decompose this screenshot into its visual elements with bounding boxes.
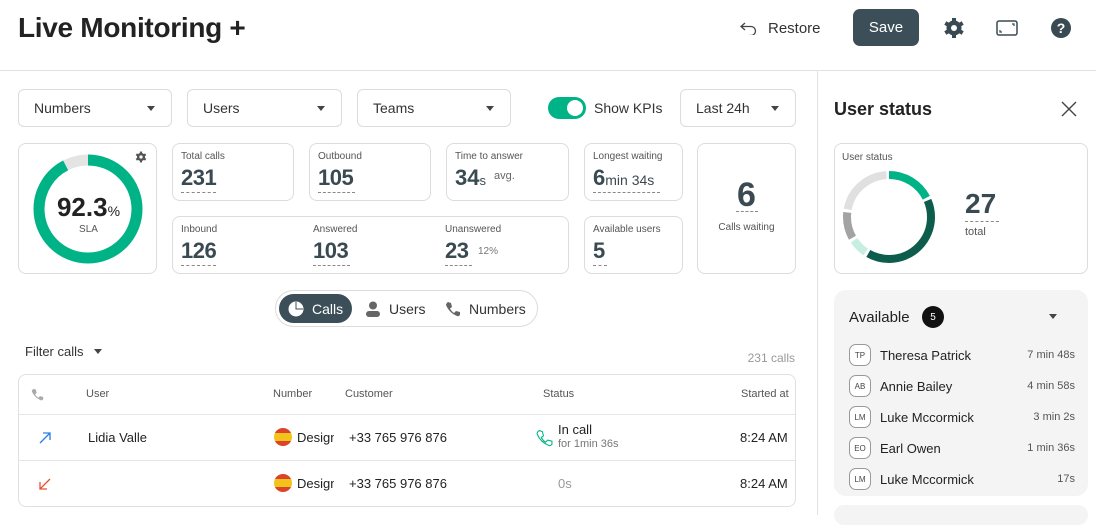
panel-title: User status [834,99,933,119]
period-dropdown[interactable]: Last 24h [680,89,796,127]
table-row[interactable]: Lidia Valle Design +33 765 976 876 In ca… [19,414,795,460]
calls-table: User Number Customer Status Started at L… [18,374,796,507]
status-duration: 17s [1057,473,1075,485]
column-header-customer[interactable]: Customer [345,388,393,400]
phone-icon [446,301,460,316]
show-kpis-label: Show KPIs [594,100,663,116]
column-header-user[interactable]: User [86,388,109,400]
kpi-total-calls: Total calls 231 [172,143,294,201]
collapse-caret-icon[interactable] [1049,314,1057,319]
spain-flag-icon [274,474,292,492]
column-header-started-at[interactable]: Started at [741,388,789,400]
user-list-item[interactable]: LM Luke Mccormick 17s [849,468,1075,490]
save-button[interactable]: Save [853,9,919,46]
filter-calls-button[interactable]: Filter calls [25,344,102,359]
total-users-value: 27 [965,188,997,219]
user-icon [366,301,380,317]
user-name: Annie Bailey [880,378,953,394]
users-dropdown[interactable]: Users [187,89,342,127]
avatar: LM [849,468,871,490]
user-status-donut [843,171,935,263]
next-status-section[interactable] [834,505,1088,525]
status-duration: 1 min 36s [1027,442,1075,454]
caret-down-icon [147,105,155,111]
calls-count: 231 calls [747,351,795,365]
user-name: Earl Owen [880,440,941,456]
show-kpis-toggle[interactable] [548,97,586,119]
kpi-longest-waiting: Longest waiting 6min 34s [584,143,683,201]
user-list-item[interactable]: EO Earl Owen 1 min 36s [849,437,1075,459]
user-status-card: User status 27 total [834,143,1088,274]
table-row[interactable]: Design +33 765 976 876 0s 8:24 AM [19,460,795,506]
column-header-number[interactable]: Number [273,388,312,400]
phone-icon [31,388,44,401]
user-name: Luke Mccormick [880,471,974,487]
fullscreen-icon[interactable] [995,16,1019,40]
sla-value: 92.3% [56,192,121,222]
tab-calls[interactable]: Calls [279,294,353,323]
pie-chart-icon [288,301,304,316]
status-duration: 7 min 48s [1027,349,1075,361]
avatar: TP [849,344,871,366]
user-list-item[interactable]: LM Luke Mccormick 3 min 2s [849,406,1075,428]
avatar: LM [849,406,871,428]
user-name: Theresa Patrick [880,347,972,363]
avatar: AB [849,375,871,397]
status-duration: 4 min 58s [1027,380,1075,392]
tab-users[interactable]: Users [356,294,435,323]
restore-button[interactable]: Restore [740,18,821,38]
in-call-phone-icon [536,429,553,447]
settings-icon[interactable] [942,16,966,40]
teams-dropdown[interactable]: Teams [357,89,511,127]
help-icon[interactable]: ? [1049,16,1073,40]
close-icon[interactable] [1060,100,1078,118]
kpi-calls-waiting: 6 Calls waiting [697,143,796,274]
sla-settings-icon[interactable] [135,151,147,163]
caret-down-icon [317,105,325,111]
caret-down-icon [93,349,102,354]
kpi-available-users: Available users 5 [584,216,683,274]
outbound-arrow-icon [39,432,51,444]
user-list-item[interactable]: AB Annie Bailey 4 min 58s [849,375,1075,397]
kpi-outbound: Outbound 105 [309,143,431,201]
page-title: Live Monitoring + [18,12,246,43]
sla-label: SLA [79,224,98,235]
numbers-dropdown[interactable]: Numbers [18,89,172,127]
tab-numbers[interactable]: Numbers [436,294,535,323]
header: Live Monitoring + Restore Save ? [0,0,1096,71]
user-name: Luke Mccormick [880,409,974,425]
user-list-item[interactable]: TP Theresa Patrick 7 min 48s [849,344,1075,366]
view-switcher: Calls Users Numbers [275,290,538,327]
kpi-inbound-group: Inbound 126 Answered 103 Unanswered 23 1… [172,216,569,274]
spain-flag-icon [274,428,292,446]
status-duration: 3 min 2s [1033,411,1075,423]
missed-inbound-arrow-icon [39,478,51,490]
undo-icon [740,22,757,35]
kpi-time-to-answer: Time to answer 34s avg. [446,143,569,201]
available-heading: Available [849,309,910,326]
svg-text:?: ? [1057,20,1066,36]
caret-down-icon [771,105,779,111]
sla-card: 92.3% SLA [18,143,157,274]
available-users-section: Available 5 TP Theresa Patrick 7 min 48s AB… [834,290,1088,496]
avatar: EO [849,437,871,459]
caret-down-icon [486,105,494,111]
available-count-badge: 5 [922,306,944,328]
column-header-status[interactable]: Status [543,388,574,400]
